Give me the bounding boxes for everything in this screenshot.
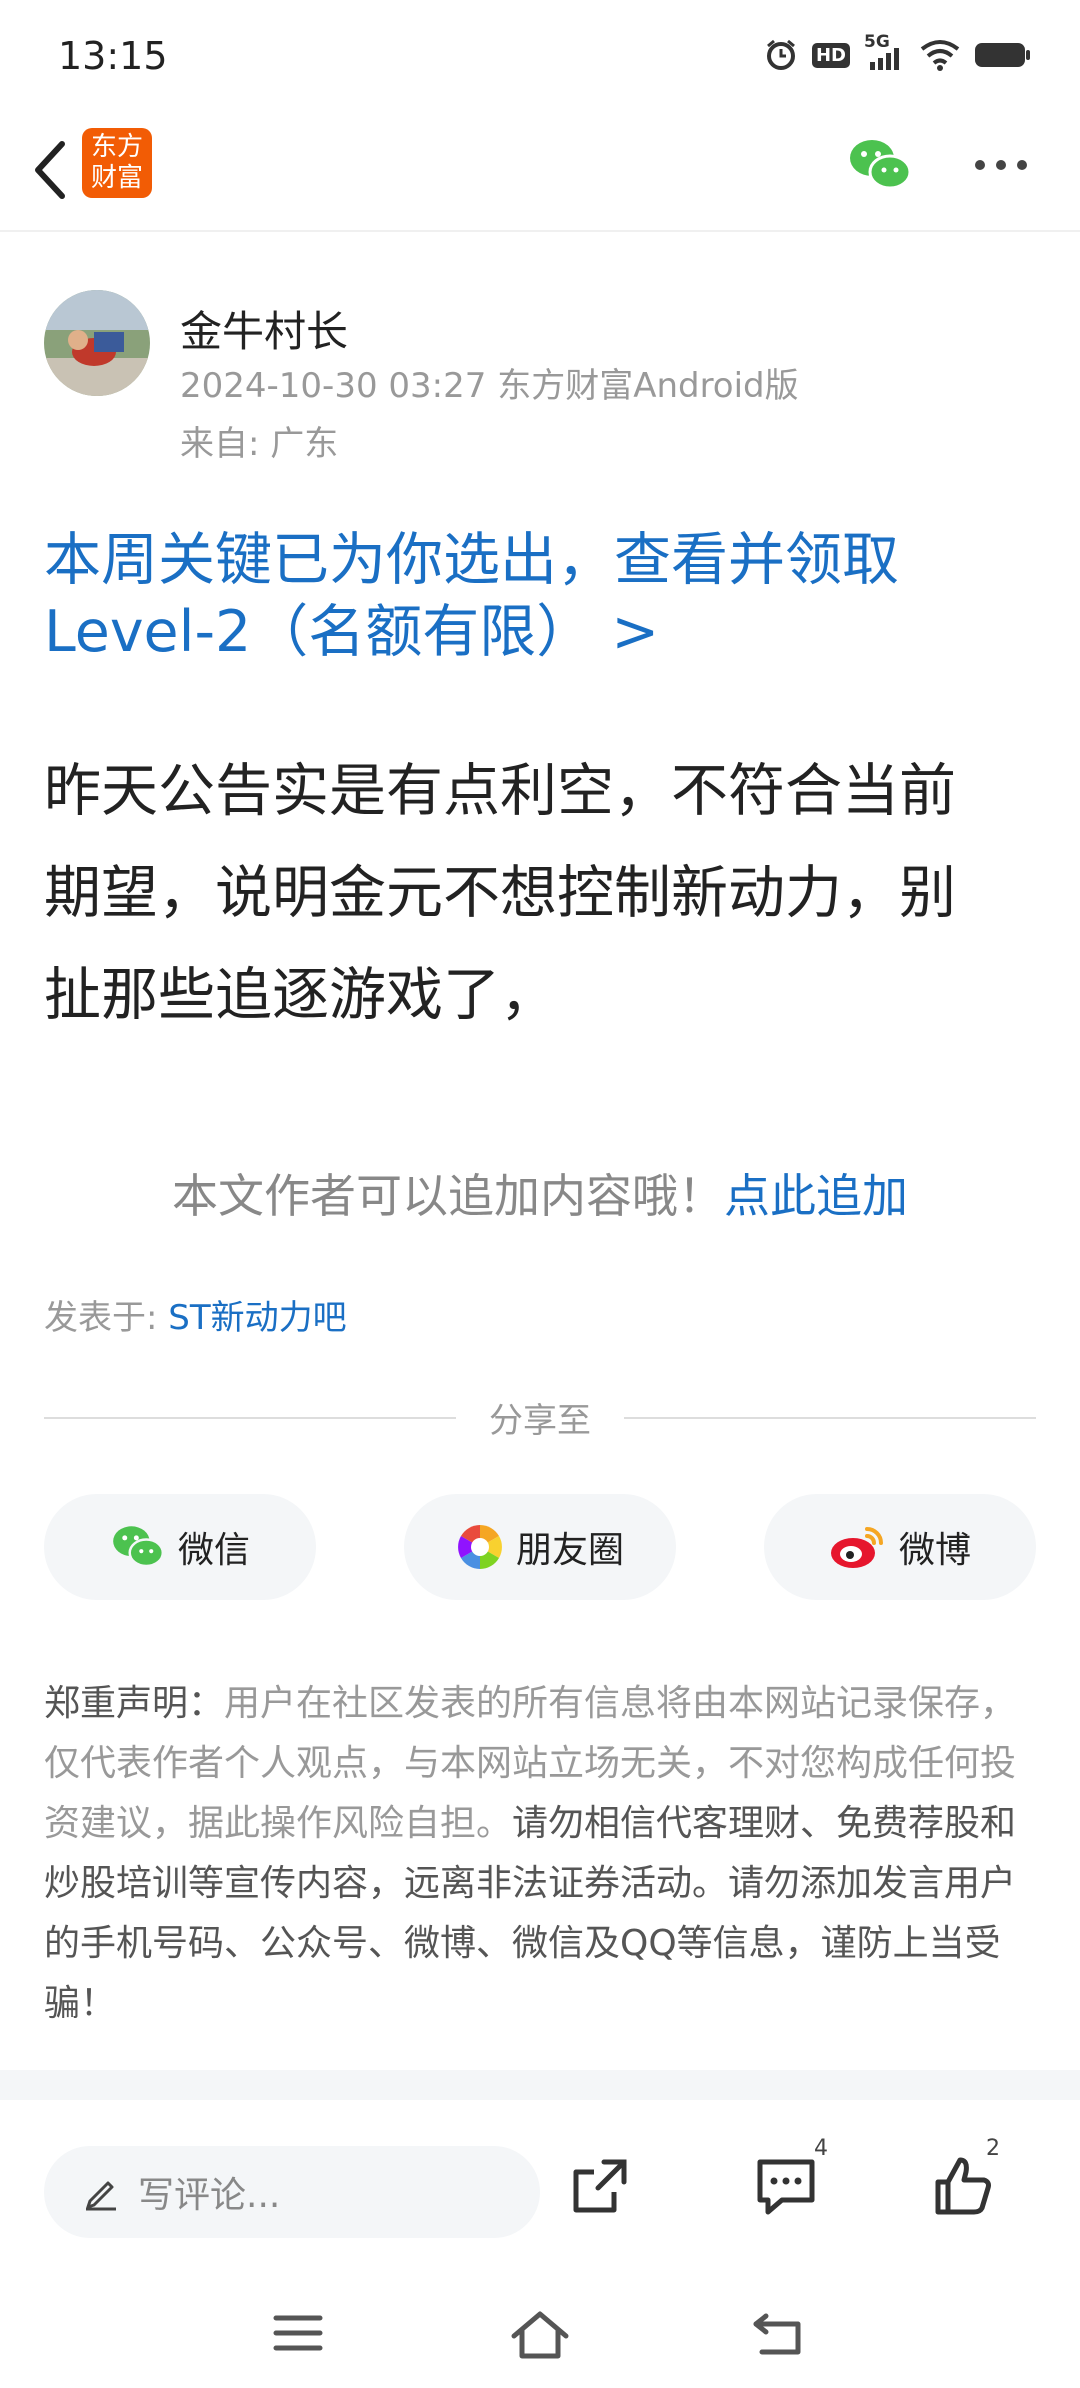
- menu-icon[interactable]: [272, 2310, 324, 2356]
- comment-placeholder: 写评论...: [138, 2175, 281, 2216]
- wifi-icon: [920, 40, 960, 71]
- wechat-share-icon[interactable]: [848, 136, 912, 194]
- share-wechat-button[interactable]: 微信: [44, 1494, 316, 1600]
- pencil-icon: [86, 2181, 116, 2211]
- weibo-icon: [830, 1527, 883, 1568]
- post-line-1: 昨天公告实是有点利空，不符合当前: [44, 758, 956, 824]
- append-link[interactable]: 点此追加: [724, 1169, 908, 1223]
- promo-line-2: Level-2（名额有限） >: [44, 599, 660, 665]
- disclaimer-head: 郑重声明：: [44, 1683, 225, 1724]
- share-icon[interactable]: [568, 2154, 632, 2218]
- promo-line-1: 本周关键已为你选出，查看并领取: [44, 527, 899, 593]
- 5g-signal-icon: 5G: [864, 32, 906, 72]
- share-wechat-label: 微信: [177, 1530, 250, 1571]
- author-name[interactable]: 金牛村长: [180, 298, 348, 359]
- app-logo[interactable]: 东方 财富: [82, 128, 152, 198]
- post-meta: 2024-10-30 03:27 东方财富Android版: [180, 366, 799, 406]
- comment-count-badge: 4: [814, 2136, 828, 2161]
- moments-icon: [458, 1525, 502, 1569]
- hd-icon: HD: [811, 42, 850, 68]
- share-title: 分享至: [489, 1401, 591, 1441]
- back-icon[interactable]: [752, 2310, 804, 2356]
- share-moments-label: 朋友圈: [515, 1530, 624, 1571]
- status-bar: 13:15 HD 5G: [0, 0, 1080, 110]
- back-arrow-icon[interactable]: [22, 132, 82, 208]
- like-icon[interactable]: [930, 2154, 994, 2218]
- posted-in-prefix: 发表于:: [44, 1298, 169, 1338]
- comment-input[interactable]: 写评论...: [44, 2146, 540, 2238]
- share-weibo-label: 微博: [898, 1530, 971, 1571]
- post-location: 来自: 广东: [180, 424, 339, 464]
- status-icons: HD 5G: [764, 32, 1032, 72]
- alarm-icon: [766, 39, 795, 70]
- home-icon[interactable]: [510, 2310, 570, 2360]
- status-time: 13:15: [58, 34, 168, 78]
- bottom-action-bar: 写评论... 4 2: [0, 2110, 1080, 2270]
- post-line-3: 扯那些追逐游戏了，: [44, 962, 557, 1028]
- section-divider: [0, 2070, 1080, 2100]
- wechat-icon: [113, 1526, 165, 1568]
- like-count-badge: 2: [986, 2136, 1000, 2161]
- post-body: 昨天公告实是有点利空，不符合当前 期望，说明金元不想控制新动力，别 扯那些追逐游…: [44, 740, 1044, 1046]
- promo-link[interactable]: 本周关键已为你选出，查看并领取 Level-2（名额有限） >: [44, 524, 1044, 668]
- comment-icon[interactable]: [754, 2154, 818, 2218]
- disclaimer: 郑重声明：用户在社区发表的所有信息将由本网站记录保存，仅代表作者个人观点，与本网…: [44, 1674, 1038, 2034]
- battery-icon: [975, 43, 1030, 67]
- share-weibo-button[interactable]: 微博: [764, 1494, 1036, 1600]
- system-nav-bar: [0, 2290, 1080, 2388]
- top-nav: 东方 财富: [0, 110, 1080, 232]
- avatar[interactable]: [44, 290, 150, 396]
- posted-in: 发表于: ST新动力吧: [44, 1290, 347, 1339]
- logo-text-bottom: 财富: [90, 163, 143, 193]
- append-text: 本文作者可以追加内容哦！: [172, 1169, 724, 1223]
- forum-link[interactable]: ST新动力吧: [168, 1298, 346, 1338]
- post-line-2: 期望，说明金元不想控制新动力，别: [44, 860, 956, 926]
- logo-text-top: 东方: [90, 132, 143, 162]
- share-moments-button[interactable]: 朋友圈: [404, 1494, 676, 1600]
- author-info: 金牛村长 2024-10-30 03:27 东方财富Android版 来自: 广…: [0, 280, 1080, 470]
- more-options-icon[interactable]: [972, 150, 1030, 180]
- append-prompt: 本文作者可以追加内容哦！点此追加: [0, 1160, 1080, 1226]
